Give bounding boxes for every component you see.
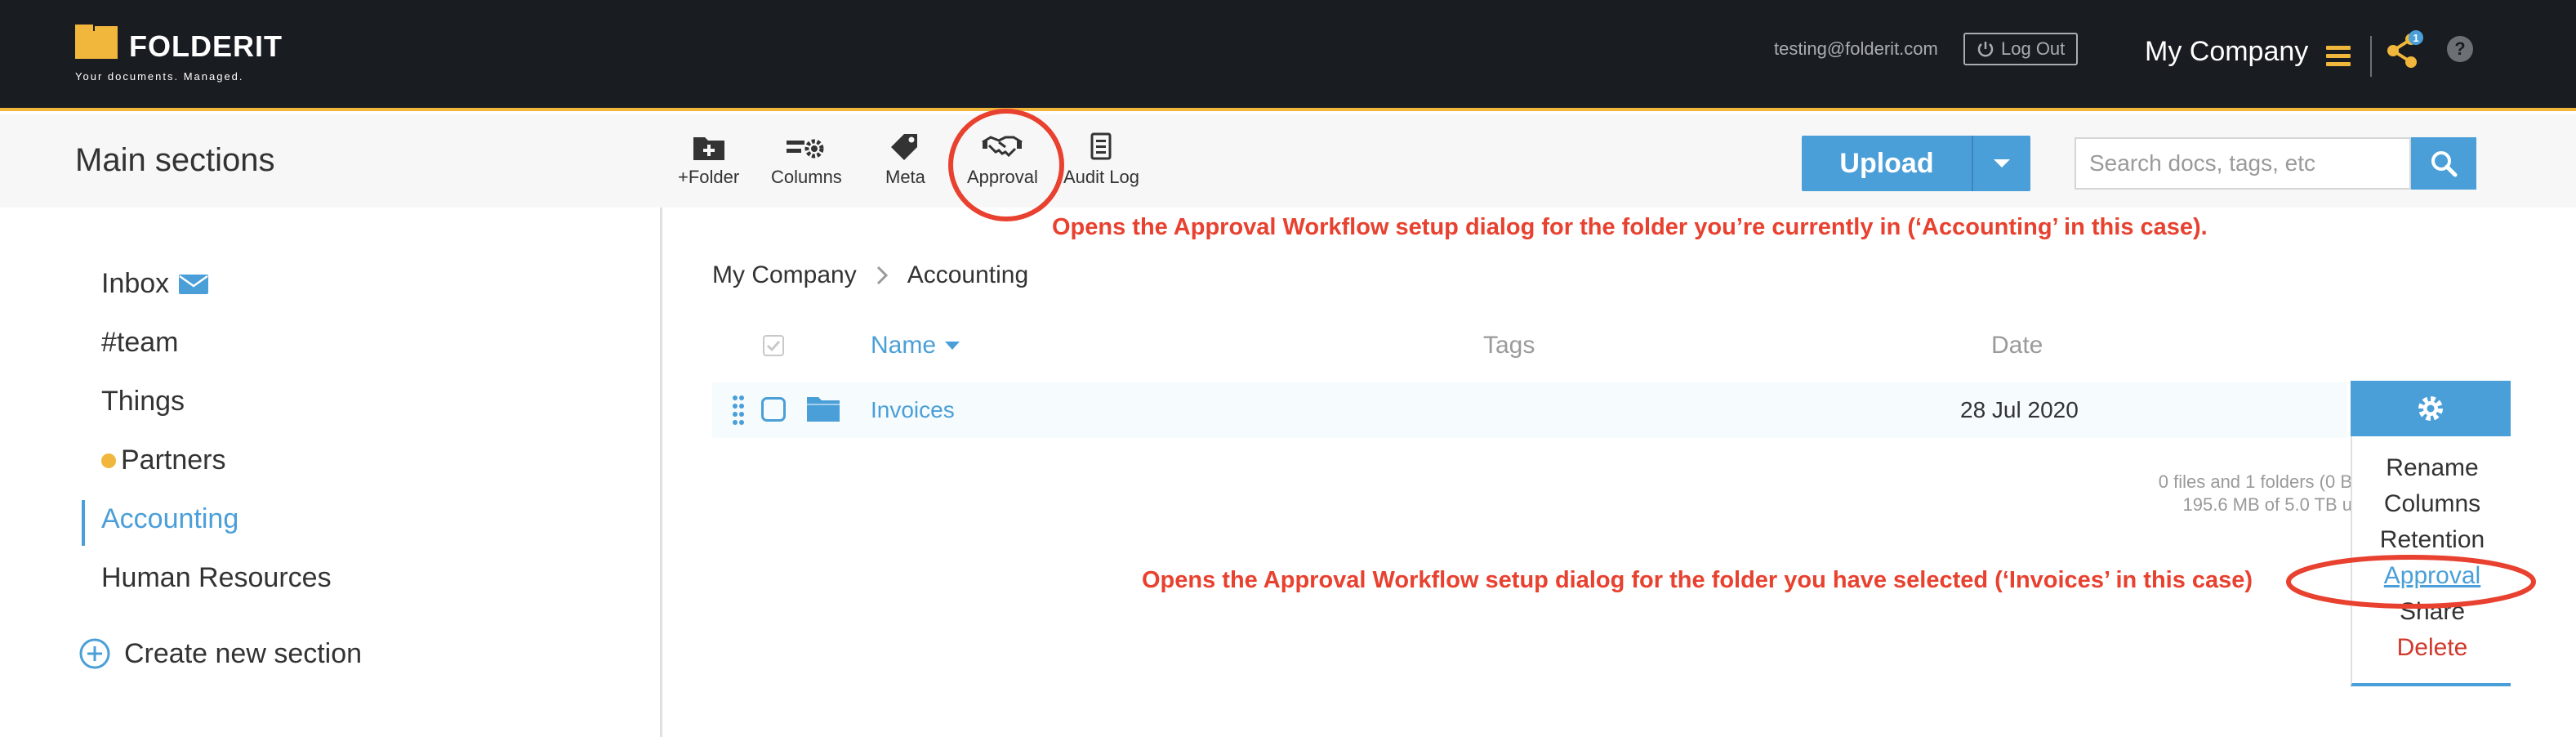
sidebar-item-team[interactable]: #team (101, 327, 179, 359)
sidebar-item-label: Accounting (101, 503, 239, 534)
toolbar: Main sections +Folder Columns Meta Appro… (0, 114, 2576, 208)
upload-button[interactable]: Upload (1802, 136, 2030, 191)
create-section-label: Create new section (124, 637, 363, 669)
menu-item-retention[interactable]: Retention (2352, 526, 2512, 554)
tag-icon (891, 134, 918, 160)
sidebar-item-human-resources[interactable]: Human Resources (101, 562, 332, 594)
approval-label: Approval (967, 167, 1038, 187)
audit-log-button[interactable]: Audit Log (1063, 132, 1139, 188)
audit-log-label: Audit Log (1063, 167, 1139, 187)
menu-item-approval[interactable]: Approval (2352, 562, 2512, 590)
header-divider (2370, 36, 2372, 77)
menu-item-rename[interactable]: Rename (2352, 454, 2512, 482)
row-actions-gear-button[interactable] (2351, 381, 2511, 436)
new-folder-label: +Folder (678, 167, 740, 187)
row-checkbox[interactable] (761, 397, 786, 422)
search-icon (2431, 151, 2458, 177)
gear-icon (2418, 396, 2443, 421)
meta-button[interactable]: Meta (885, 132, 925, 188)
folder-logo-icon (75, 25, 118, 59)
column-name-label: Name (871, 332, 937, 359)
columns-gear-icon (787, 139, 824, 159)
document-list-icon (1090, 132, 1112, 160)
active-indicator (82, 500, 85, 546)
create-section-button[interactable]: Create new section (78, 637, 362, 670)
hamburger-menu-icon[interactable] (2326, 46, 2351, 67)
sidebar-item-label: Things (101, 386, 185, 417)
sidebar-item-things[interactable]: Things (101, 386, 185, 418)
columns-label: Columns (771, 167, 842, 187)
notification-count: 1 (2413, 32, 2418, 44)
status-dot (101, 453, 116, 468)
chevron-right-icon (876, 266, 888, 285)
annotation-menu-approval: Opens the Approval Workflow setup dialog… (1142, 567, 2253, 593)
row-date: 28 Jul 2020 (1960, 397, 2079, 422)
brand-name: FOLDERIT (129, 29, 283, 63)
plus-circle-icon (79, 638, 110, 669)
handshake-icon (982, 136, 1023, 158)
breadcrumb-current: Accounting (907, 261, 1029, 288)
folder-plus-icon (693, 137, 724, 160)
column-header-date[interactable]: Date (1991, 332, 2043, 360)
power-icon (1977, 42, 1994, 57)
sort-caret-icon (945, 342, 960, 350)
help-icon[interactable]: ? (2447, 36, 2473, 62)
drag-handle-icon[interactable] (732, 394, 745, 427)
table-row[interactable]: Invoices 28 Jul 2020 (712, 382, 2347, 438)
select-all-checkbox[interactable] (763, 335, 784, 356)
column-header-name[interactable]: Name (871, 332, 960, 360)
menu-item-columns[interactable]: Columns (2352, 490, 2512, 518)
search-input[interactable] (2075, 137, 2411, 190)
summary-line-files: 0 files and 1 folders (0 B (2158, 471, 2352, 492)
row-name-link[interactable]: Invoices (871, 397, 955, 423)
page-title: Main sections (75, 142, 275, 178)
upload-label[interactable]: Upload (1802, 136, 1972, 191)
meta-label: Meta (885, 167, 925, 187)
row-actions-menu: Rename Columns Retention Approval Share … (2351, 436, 2511, 686)
share-notifications-icon[interactable]: 1 (2383, 29, 2426, 76)
columns-button[interactable]: Columns (771, 132, 842, 188)
sidebar-item-partners[interactable]: Partners (101, 444, 226, 476)
logout-button[interactable]: Log Out (1963, 33, 2079, 65)
storage-summary: 0 files and 1 folders (0 B 195.6 MB of 5… (2042, 471, 2352, 516)
sidebar-item-label: Inbox (101, 268, 170, 299)
sidebar-item-label: Partners (121, 444, 226, 476)
brand-tagline: Your documents. Managed. (75, 70, 244, 83)
sidebar-item-accounting[interactable]: Accounting (101, 503, 238, 535)
summary-line-storage: 195.6 MB of 5.0 TB u (2182, 494, 2353, 515)
company-switcher[interactable]: My Company (2145, 36, 2308, 68)
new-folder-button[interactable]: +Folder (678, 132, 739, 188)
menu-item-delete[interactable]: Delete (2352, 634, 2512, 662)
sidebar-item-inbox[interactable]: Inbox (101, 268, 209, 300)
approval-button[interactable]: Approval (967, 132, 1038, 188)
breadcrumb-root[interactable]: My Company (712, 261, 857, 289)
menu-item-share[interactable]: Share (2352, 598, 2512, 626)
sidebar-divider (660, 208, 662, 737)
user-email: testing@folderit.com (1774, 38, 1938, 59)
folder-icon (807, 397, 840, 422)
annotation-toolbar-approval: Opens the Approval Workflow setup dialog… (1052, 214, 2208, 240)
checkmark-icon (766, 340, 781, 352)
sidebar-item-label: #team (101, 327, 179, 358)
logout-label: Log Out (2001, 38, 2066, 59)
column-header-tags[interactable]: Tags (1483, 332, 1535, 360)
search-button[interactable] (2411, 137, 2476, 190)
top-bar: FOLDERIT Your documents. Managed. testin… (0, 0, 2576, 111)
upload-dropdown-caret-icon[interactable] (1973, 136, 2030, 191)
sidebar-item-label: Human Resources (101, 562, 332, 593)
breadcrumb: My Company Accounting (712, 261, 1028, 289)
envelope-icon (179, 274, 209, 294)
